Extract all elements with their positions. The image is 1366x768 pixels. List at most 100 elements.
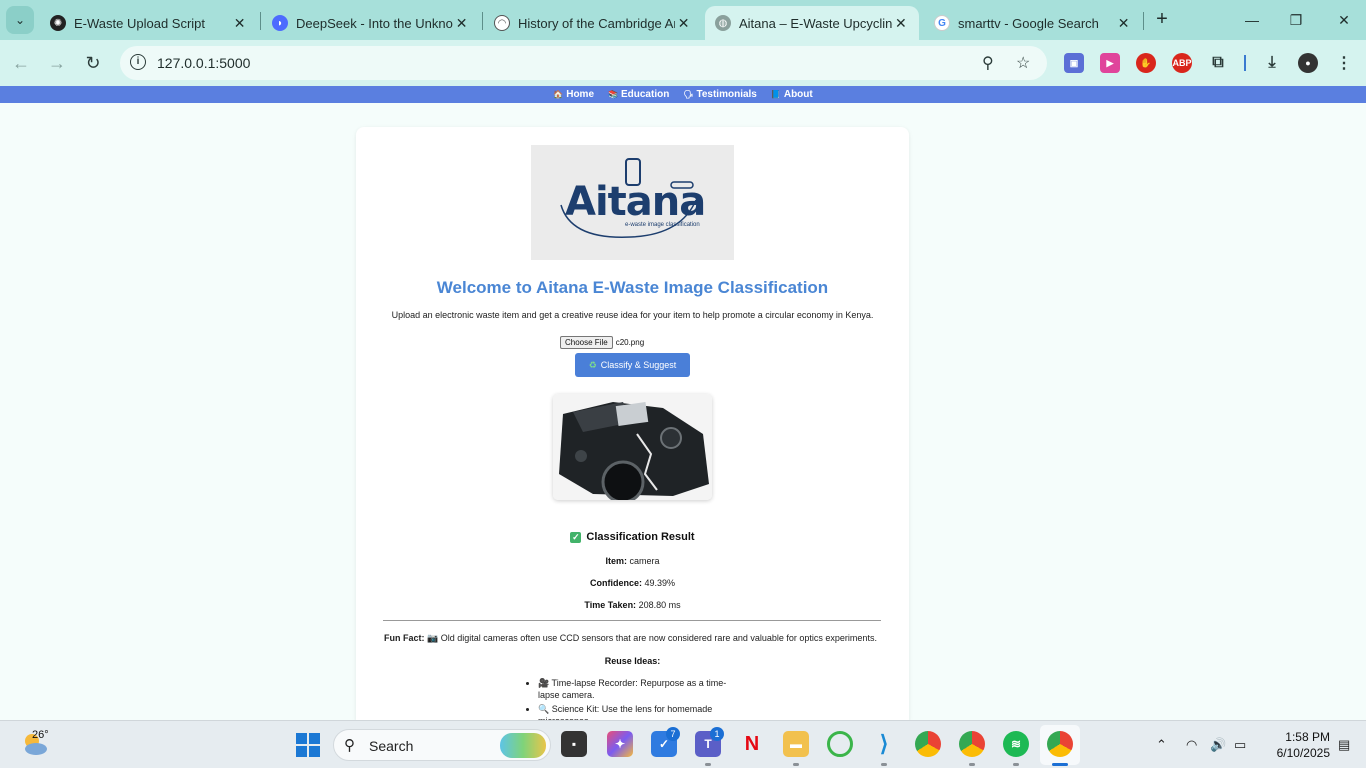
download-icon[interactable]: ⤓ bbox=[1262, 53, 1282, 73]
selected-file-name: c20.png bbox=[615, 338, 645, 347]
nav-education-link[interactable]: 📚 Education bbox=[608, 89, 669, 100]
chrome-active-icon[interactable] bbox=[1047, 731, 1073, 757]
chrome-profile-icon[interactable] bbox=[959, 731, 985, 757]
running-indicator bbox=[1013, 763, 1019, 766]
taskbar-search[interactable]: ⚲ Search bbox=[333, 729, 551, 761]
active-indicator bbox=[1052, 763, 1068, 766]
aitana-logo: Aitana e-waste image classification bbox=[531, 145, 734, 260]
toolbar-divider bbox=[1244, 55, 1246, 71]
tab-google-search[interactable]: G smarttv - Google Search ✕ bbox=[924, 6, 1142, 40]
close-icon[interactable]: ✕ bbox=[893, 15, 909, 32]
teams-badge: 1 bbox=[710, 727, 724, 741]
zoom-icon[interactable]: ⚲ bbox=[982, 53, 994, 73]
running-indicator bbox=[969, 763, 975, 766]
close-icon[interactable]: ✕ bbox=[1115, 15, 1132, 32]
browser-toolbar: ← → ↻ i 127.0.0.1:5000 ⚲ ☆ ▣ ▶ ✋ ABP ⧉ ⤓… bbox=[0, 40, 1366, 86]
close-icon[interactable]: ✕ bbox=[231, 15, 248, 32]
task-view-icon[interactable]: ▪ bbox=[561, 731, 587, 757]
tab-deepseek[interactable]: ◗ DeepSeek - Into the Unknown ✕ bbox=[262, 6, 480, 40]
recycle-icon: ♻ bbox=[588, 359, 597, 370]
classify-suggest-button[interactable]: ♻ Classify & Suggest bbox=[575, 353, 690, 377]
nav-home-link[interactable]: 🏠 Home bbox=[553, 89, 594, 100]
system-clock[interactable]: 1:58 PM 6/10/2025 bbox=[1260, 729, 1330, 761]
choose-file-button[interactable]: Choose File bbox=[560, 336, 613, 349]
result-confidence: Confidence: 49.39% bbox=[589, 578, 676, 588]
close-icon[interactable]: ✕ bbox=[675, 15, 692, 32]
result-divider bbox=[383, 620, 881, 621]
fun-fact: Fun Fact: 📷 Old digital cameras often us… bbox=[384, 633, 877, 643]
browser-tab-strip: ⌄ ✺ E-Waste Upload Script ✕ ◗ DeepSeek -… bbox=[0, 0, 1366, 40]
globe-icon: ◍ bbox=[715, 15, 731, 31]
url-text[interactable]: 127.0.0.1:5000 bbox=[157, 55, 250, 71]
volume-icon[interactable]: 🔊 bbox=[1210, 737, 1226, 753]
windows-taskbar: 26° ⚲ Search ▪ ✦ ✓ 7 T 1 N ▬ ⟩ ≋ ⌃ ◠ 🔊 ▭… bbox=[0, 720, 1366, 768]
books-icon: 📚 bbox=[608, 90, 618, 99]
running-indicator bbox=[881, 763, 887, 766]
chevron-up-icon[interactable]: ⌃ bbox=[1156, 737, 1167, 753]
block-extension-icon[interactable]: ✋ bbox=[1136, 53, 1156, 73]
result-item: Item: camera bbox=[605, 556, 660, 566]
battery-icon[interactable]: ▭ bbox=[1234, 737, 1246, 753]
wifi-icon[interactable]: ◠ bbox=[1186, 737, 1197, 753]
forward-button[interactable]: → bbox=[44, 50, 70, 76]
tab-search-button[interactable]: ⌄ bbox=[6, 6, 34, 34]
main-card: Aitana e-waste image classification Welc… bbox=[356, 127, 909, 727]
result-time-taken: Time Taken: 208.80 ms bbox=[584, 600, 681, 610]
new-tab-button[interactable]: + bbox=[1150, 8, 1174, 32]
close-window-button[interactable]: ✕ bbox=[1332, 8, 1356, 32]
tab-separator bbox=[260, 12, 261, 30]
tab-aitana[interactable]: ◍ Aitana – E-Waste Upcycling Assistant ✕ bbox=[705, 6, 919, 40]
green-ring-app-icon[interactable] bbox=[827, 731, 853, 757]
running-indicator bbox=[793, 763, 799, 766]
tab-separator bbox=[482, 12, 483, 30]
copilot-icon[interactable]: ✦ bbox=[607, 731, 633, 757]
bookmark-star-icon[interactable]: ☆ bbox=[1016, 53, 1030, 73]
back-button[interactable]: ← bbox=[8, 50, 34, 76]
site-info-icon[interactable]: i bbox=[130, 54, 146, 70]
address-bar[interactable]: i 127.0.0.1:5000 ⚲ ☆ bbox=[120, 46, 1047, 80]
screen-recorder-extension-icon[interactable]: ▶ bbox=[1100, 53, 1120, 73]
reload-button[interactable]: ↻ bbox=[80, 50, 106, 76]
start-button[interactable] bbox=[296, 733, 320, 757]
windows-logo-pane bbox=[309, 746, 320, 757]
article-icon: ◠ bbox=[494, 15, 510, 31]
uploaded-image-preview bbox=[553, 394, 712, 500]
todo-badge: 7 bbox=[666, 727, 680, 741]
reuse-ideas-heading: Reuse Ideas: bbox=[604, 656, 661, 666]
intro-text: Upload an electronic waste item and get … bbox=[391, 310, 874, 320]
classification-result-heading: ✓ Classification Result bbox=[570, 531, 695, 543]
logo-wordmark: Aitana bbox=[565, 179, 706, 225]
screen-capture-extension-icon[interactable]: ▣ bbox=[1064, 53, 1084, 73]
browser-menu-icon[interactable]: ⋮ bbox=[1334, 53, 1354, 73]
tab-ewaste-upload-script[interactable]: ✺ E-Waste Upload Script ✕ bbox=[40, 6, 258, 40]
file-explorer-icon[interactable]: ▬ bbox=[783, 731, 809, 757]
close-icon[interactable]: ✕ bbox=[453, 15, 470, 32]
nav-testimonials-link[interactable]: 🗣 Testimonials bbox=[683, 89, 757, 100]
restore-button[interactable]: ❐ bbox=[1284, 8, 1308, 32]
windows-logo-pane bbox=[296, 733, 307, 744]
windows-logo-pane bbox=[296, 746, 307, 757]
deepseek-icon: ◗ bbox=[272, 15, 288, 31]
page-title: Welcome to Aitana E-Waste Image Classifi… bbox=[436, 278, 829, 297]
search-icon: ⚲ bbox=[344, 737, 355, 754]
weather-temperature: 26° bbox=[32, 729, 49, 741]
notification-icon[interactable]: ▤ bbox=[1338, 737, 1350, 753]
vscode-icon[interactable]: ⟩ bbox=[871, 731, 897, 757]
book-icon: 📘 bbox=[770, 90, 781, 99]
windows-logo-pane bbox=[309, 733, 320, 744]
site-navbar: 🏠 Home 📚 Education 🗣 Testimonials 📘 About bbox=[0, 86, 1366, 103]
nav-about-link[interactable]: 📘 About bbox=[771, 89, 813, 100]
running-indicator bbox=[705, 763, 711, 766]
spotify-icon[interactable]: ≋ bbox=[1003, 731, 1029, 757]
profile-avatar[interactable]: ● bbox=[1298, 53, 1318, 73]
netflix-icon[interactable]: N bbox=[739, 731, 765, 757]
google-icon: G bbox=[934, 15, 950, 31]
minimize-button[interactable]: — bbox=[1240, 8, 1264, 32]
logo-tagline: e-waste image classification bbox=[625, 222, 700, 228]
chrome-icon[interactable] bbox=[915, 731, 941, 757]
extensions-puzzle-icon[interactable]: ⧉ bbox=[1208, 53, 1228, 73]
tab-cambridge-analytica[interactable]: ◠ History of the Cambridge Analytica ✕ bbox=[484, 6, 702, 40]
adblock-plus-icon[interactable]: ABP bbox=[1172, 53, 1192, 73]
search-highlight-image bbox=[500, 733, 546, 758]
list-item: 🎥 Time-lapse Recorder: Repurpose as a ti… bbox=[538, 677, 728, 701]
